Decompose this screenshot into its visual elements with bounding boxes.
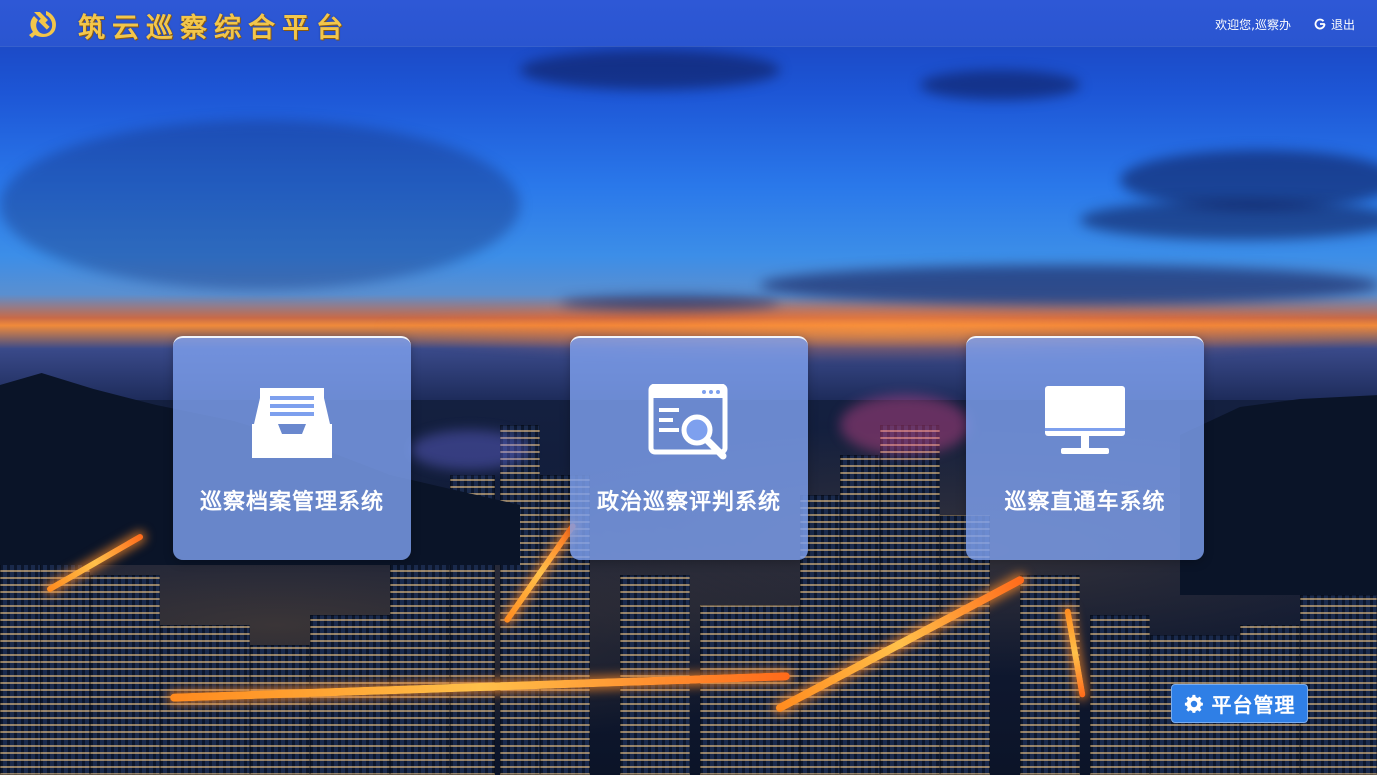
inbox-tray-icon [252,388,332,458]
city-light-glow [410,430,530,470]
logout-label: 退出 [1330,17,1355,32]
card-label: 政治巡察评判系统 [596,490,781,515]
background-cloud [760,265,1377,305]
party-emblem-icon [29,11,56,38]
background-cloud [1080,200,1377,240]
logout-button[interactable]: 退出 [1314,14,1355,34]
card-label: 巡察直通车系统 [1004,490,1166,515]
background-cloud [520,50,780,90]
welcome-text: 欢迎您,巡察办 [1215,18,1291,32]
card-label: 巡察档案管理系统 [199,490,384,515]
gear-icon [1184,694,1203,713]
top-header-bar: 筑云巡察综合平台 欢迎您,巡察办 退出 [0,0,1377,46]
monitor-icon [1045,386,1125,454]
browser-search-icon [648,384,728,460]
city-light-glow [840,395,970,455]
platform-management-label: 平台管理 [1211,693,1296,717]
card-archive-management[interactable]: 巡察档案管理系统 [173,336,411,560]
background-mountain [1180,395,1377,595]
background-cloud [920,70,1080,100]
platform-management-button[interactable]: 平台管理 [1171,684,1308,723]
background-cloud [0,120,520,290]
background-cloud [560,295,780,311]
card-direct-access[interactable]: 巡察直通车系统 [966,336,1204,560]
card-political-evaluation[interactable]: 政治巡察评判系统 [570,336,808,560]
sunset-glow [380,300,1377,360]
app-title: 筑云巡察综合平台 [78,13,350,44]
main-screen: 筑云巡察综合平台 欢迎您,巡察办 退出 巡察档案管理系统 政治巡察评判系统 巡察… [0,0,1377,775]
power-icon [1314,18,1326,30]
